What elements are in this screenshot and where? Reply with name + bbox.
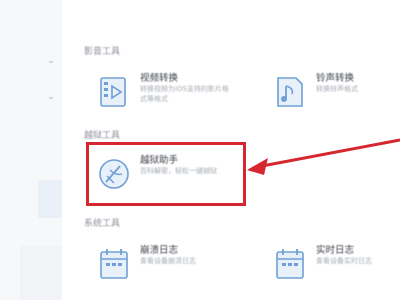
section-title-media-tools: 影音工具 [84,47,121,57]
tool-name: 实时日志 [316,245,355,256]
tool-realtime-log[interactable]: 实时日志 查看设备实时日志 [272,242,392,302]
tool-video-convert[interactable]: 视频转换 转换视频为iOS支持的影片格 式等格式 [96,70,236,130]
section-title-system-tools: 系统工具 [84,219,121,229]
tool-name: 视频转换 [140,73,179,84]
crash-log-icon [100,249,128,279]
tool-name: 崩溃日志 [140,245,179,256]
chevron-down-icon[interactable]: ⌄ [46,56,56,66]
ringtone-convert-icon [277,77,303,107]
tool-description: 转换视频为iOS支持的影片格 式等格式 [140,85,229,103]
sidebar-selected-item[interactable] [38,180,62,218]
tool-description: 转换铃声格式 [316,85,358,93]
realtime-log-icon [276,249,304,279]
section-title-jailbreak-tools: 越狱工具 [84,131,121,141]
video-convert-icon [100,77,126,107]
tool-description: 查看设备崩溃日志 [140,257,196,265]
chevron-down-icon[interactable]: ⌄ [46,92,56,102]
sidebar: ⌄ ⌄ [0,0,62,300]
sidebar-item[interactable] [20,246,62,300]
tool-crash-log[interactable]: 崩溃日志 查看设备崩溃日志 [96,242,236,302]
tool-ringtone-convert[interactable]: 铃声转换 转换铃声格式 [272,70,392,130]
highlight-box [86,142,246,206]
tool-name: 铃声转换 [316,73,355,84]
tool-description: 查看设备实时日志 [316,257,372,265]
